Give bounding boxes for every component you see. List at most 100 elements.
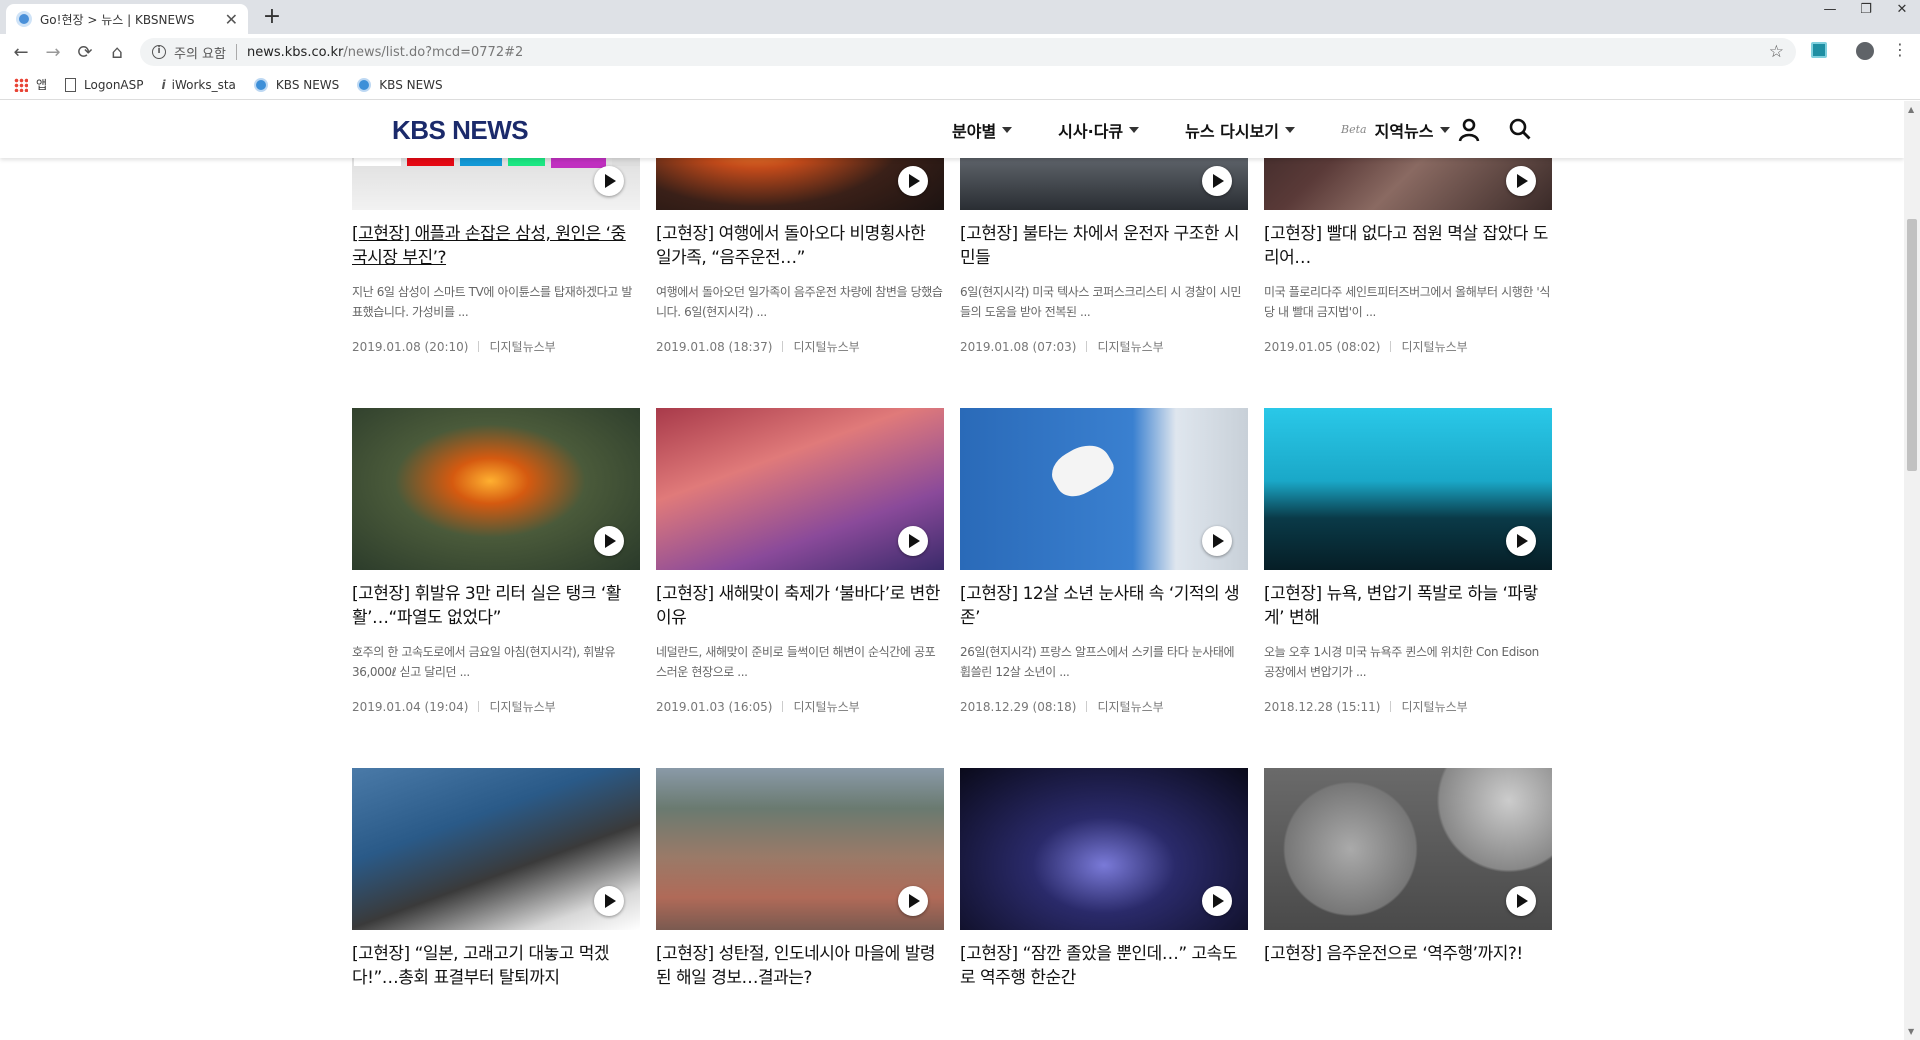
window-close-button[interactable]: ✕ [1884,0,1920,22]
url-host: news.kbs.co.kr [246,44,344,60]
separator [1086,341,1088,352]
article-title[interactable]: [고현장] 성탄절, 인도네시아 마을에 발령된 해일 경보…결과는? [656,942,944,990]
play-icon[interactable] [594,526,624,556]
bookmark-label: KBS NEWS [275,77,340,92]
video-thumbnail[interactable] [656,408,944,570]
article-meta: 2019.01.08 (20:10) 디지털뉴스부 [352,338,640,355]
article-title[interactable]: [고현장] 불타는 차에서 운전자 구조한 시민들 [960,222,1248,270]
main-nav: 분야별 시사·다큐 뉴스 다시보기 Beta 지역뉴스 [952,101,1496,158]
article-title[interactable]: [고현장] 여행에서 돌아오다 비명횡사한 일가족, “음주운전…” [656,222,944,270]
play-icon[interactable] [1202,526,1232,556]
nav-label: 지역뉴스 [1374,121,1434,141]
article-author: 디지털뉴스부 [1097,700,1164,714]
extension-icon[interactable] [1811,42,1827,58]
article-meta: 2019.01.08 (07:03) 디지털뉴스부 [960,338,1248,355]
new-tab-button[interactable]: + [258,4,286,32]
nav-category[interactable]: 분야별 [952,118,1013,142]
bookmark-iworks[interactable]: i iWorks_sta [162,78,236,92]
kbs-favicon-icon [16,11,32,27]
article-author: 디지털뉴스부 [489,340,556,354]
search-icon[interactable] [1509,118,1531,140]
tab-strip: Go!현장 > 뉴스 | KBSNEWS ✕ + — ❐ ✕ [0,0,1920,34]
article-title[interactable]: [고현장] 휘발유 3만 리터 실은 탱크 ‘활활’…“파열도 없었다” [352,582,640,630]
forward-button[interactable]: → [40,40,66,66]
page-scrollbar[interactable]: ▲ ▼ [1904,101,1920,1040]
browser-tab[interactable]: Go!현장 > 뉴스 | KBSNEWS ✕ [6,4,248,34]
video-thumbnail[interactable] [352,768,640,930]
separator [235,44,237,60]
site-logo[interactable]: KBS NEWS [392,115,529,146]
play-icon[interactable] [1506,886,1536,916]
article-summary: 6일(현지시각) 미국 텍사스 코퍼스크리스티 시 경찰이 시민들의 도움을 받… [960,285,1242,319]
scroll-down-icon[interactable]: ▼ [1908,1027,1914,1036]
article-date: 2019.01.04 (19:04) [352,699,469,714]
article-author: 디지털뉴스부 [1401,700,1468,714]
profile-icon[interactable] [1856,42,1874,60]
address-bar[interactable]: i 주의 요함 news.kbs.co.kr /news/list.do?mcd… [140,38,1796,66]
nav-label: 뉴스 다시보기 [1185,121,1280,141]
minimize-button[interactable]: — [1812,0,1848,22]
video-thumbnail[interactable] [960,768,1248,930]
browser-toolbar: ← → ⟳ ⌂ i 주의 요함 news.kbs.co.kr /news/lis… [0,34,1920,70]
iworks-icon: i [161,77,166,92]
video-thumbnail[interactable] [656,768,944,930]
article-title[interactable]: [고현장] 애플과 손잡은 삼성, 원인은 ‘중국시장 부진’? [352,222,640,270]
restore-button[interactable]: ❐ [1848,0,1884,22]
nav-local-news[interactable]: Beta 지역뉴스 [1341,118,1450,142]
scroll-up-icon[interactable]: ▲ [1908,105,1914,114]
nav-replay[interactable]: 뉴스 다시보기 [1185,118,1296,142]
nav-documentary[interactable]: 시사·다큐 [1058,118,1140,142]
article-title[interactable]: [고현장] 뉴욕, 변압기 폭발로 하늘 ‘파랗게’ 변해 [1264,582,1552,630]
article-title[interactable]: [고현장] 새해맞이 축제가 ‘불바다’로 변한 이유 [656,582,944,630]
play-icon[interactable] [1202,886,1232,916]
bookmark-label: 앱 [36,78,48,92]
article-author: 디지털뉴스부 [793,340,860,354]
article-card: [고현장] 뉴욕, 변압기 폭발로 하늘 ‘파랗게’ 변해 오늘 오후 1시경 … [1264,408,1552,715]
bookmark-kbs-news-1[interactable]: KBS NEWS [253,77,340,92]
scrollbar-thumb[interactable] [1907,219,1917,471]
article-author: 디지털뉴스부 [1401,340,1468,354]
play-icon[interactable] [1506,526,1536,556]
play-icon[interactable] [594,886,624,916]
article-meta: 2019.01.05 (08:02) 디지털뉴스부 [1264,338,1552,355]
article-author: 디지털뉴스부 [489,700,556,714]
article-card: [고현장] “일본, 고래고기 대놓고 먹겠다!”…총회 표결부터 탈퇴까지 [352,768,640,990]
back-button[interactable]: ← [8,40,34,66]
bookmark-logonasp[interactable]: LogonASP [65,77,144,92]
star-icon[interactable]: ☆ [1769,42,1784,62]
caret-down-icon [1439,126,1450,133]
video-thumbnail[interactable] [352,408,640,570]
article-title[interactable]: [고현장] “잠깐 졸았을 뿐인데…” 고속도로 역주행 한순간 [960,942,1248,990]
article-summary: 오늘 오후 1시경 미국 뉴욕주 퀸스에 위치한 Con Edison 공장에서… [1264,645,1539,679]
helicopter-shape [1045,435,1119,505]
separator [782,701,784,712]
user-icon[interactable] [1458,118,1480,142]
bookmark-kbs-news-2[interactable]: KBS NEWS [357,77,443,92]
play-icon[interactable] [1506,166,1536,196]
article-title[interactable]: [고현장] 12살 소년 눈사태 속 ‘기적의 생존’ [960,582,1248,630]
play-icon[interactable] [1202,166,1232,196]
caret-down-icon [1129,126,1140,133]
article-date: 2019.01.03 (16:05) [656,699,773,714]
article-summary: 지난 6일 삼성이 스마트 TV에 아이튠스를 탑재하겠다고 발표했습니다. 가… [352,285,632,319]
video-thumbnail[interactable] [1264,408,1552,570]
bookmark-label: KBS NEWS [379,77,443,92]
menu-icon[interactable]: ⋮ [1892,40,1908,60]
bookmark-apps[interactable]: 앱 [14,76,47,93]
play-icon[interactable] [898,526,928,556]
article-title[interactable]: [고현장] “일본, 고래고기 대놓고 먹겠다!”…총회 표결부터 탈퇴까지 [352,942,640,990]
play-icon[interactable] [898,886,928,916]
video-thumbnail[interactable] [960,408,1248,570]
article-card: [고현장] 새해맞이 축제가 ‘불바다’로 변한 이유 네덜란드, 새해맞이 준… [656,408,944,715]
article-title[interactable]: [고현장] 빨대 없다고 점원 멱살 잡았다 도리어… [1264,222,1552,270]
video-thumbnail[interactable] [1264,768,1552,930]
play-icon[interactable] [898,166,928,196]
article-title[interactable]: [고현장] 음주운전으로 ‘역주행’까지?! [1264,942,1552,990]
close-icon[interactable]: ✕ [225,10,238,29]
beta-badge: Beta [1341,123,1367,136]
reload-button[interactable]: ⟳ [72,40,98,66]
home-button[interactable]: ⌂ [104,40,130,66]
play-icon[interactable] [594,166,624,196]
info-icon[interactable]: i [152,45,166,59]
article-meta: 2018.12.29 (08:18) 디지털뉴스부 [960,698,1248,715]
